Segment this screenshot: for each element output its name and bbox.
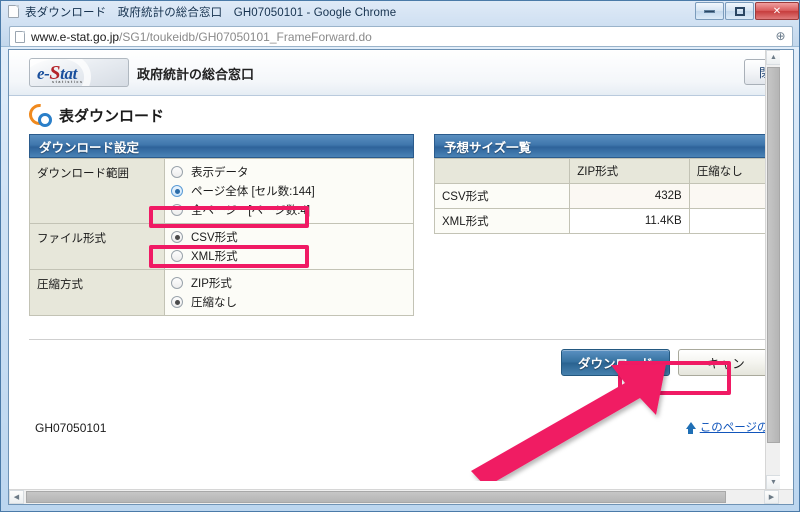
maximize-button[interactable] [725,2,754,20]
table-row: CSV形式 432B 1 [433,183,780,209]
row-options-fileformat: CSV形式 XML形式 [164,223,414,270]
option-label: ページ全体 [セル数:144] [191,185,315,198]
radio-option-display-data[interactable]: 表示データ [171,162,407,181]
panels-container: ダウンロード設定 ダウンロード範囲 表示データ ページ全体 [セル数:144] … [9,134,780,435]
estat-logo: e-Stat statistics [29,58,129,87]
table-header-row: ZIP形式 圧縮なし [433,158,780,184]
option-label: 圧縮なし [191,296,237,309]
row-options-range: 表示データ ページ全体 [セル数:144] 全ページ [ページ数:4] [164,158,414,224]
radio-icon[interactable] [171,276,183,289]
action-button-row: ダウンロード キャン [9,349,780,376]
radio-icon[interactable] [171,184,183,197]
option-label: CSV形式 [191,231,238,244]
page-title: 表ダウンロード [59,107,165,125]
download-settings-panel: ダウンロード設定 ダウンロード範囲 表示データ ページ全体 [セル数:144] … [29,134,414,316]
radio-icon[interactable] [171,230,183,243]
maximize-icon [734,6,745,16]
radio-option-zip[interactable]: ZIP形式 [171,273,407,292]
minimize-button[interactable] [695,2,724,20]
page-document-icon [15,30,25,43]
radio-icon[interactable] [171,165,183,178]
table-row: XML形式 11.4KB 38 [433,208,780,234]
close-window-button[interactable]: ✕ [755,2,799,20]
browser-viewport: e-Stat statistics 政府統計の総合窓口 閉じ 表ダウンロード ダ… [8,49,794,505]
radio-icon[interactable] [171,295,183,308]
logo-subtitle: statistics [52,80,84,84]
vertical-scroll-thumb[interactable] [767,67,780,443]
page-favicon-icon [8,5,19,18]
minimize-icon [704,9,715,13]
radio-icon[interactable] [171,249,183,262]
option-label: 表示データ [191,166,249,179]
url-path: /SG1/toukeidb/GH07050101_FrameForward.do [119,29,372,44]
url-text: www.e-stat.go.jp/SG1/toukeidb/GH07050101… [31,30,372,44]
address-bar[interactable]: www.e-stat.go.jp/SG1/toukeidb/GH07050101… [9,26,793,47]
radio-option-whole-page[interactable]: ページ全体 [セル数:144] [171,181,407,200]
table-row: 圧縮方式 ZIP形式 圧縮なし [29,269,414,316]
scroll-left-button[interactable]: ◀ [9,490,24,504]
radio-option-xml[interactable]: XML形式 [171,246,407,265]
section-divider [29,339,780,340]
estimated-size-table: ZIP形式 圧縮なし CSV形式 432B 1 XML形式 11.4KB [433,158,780,234]
radio-icon[interactable] [171,203,183,216]
row-options-compression: ZIP形式 圧縮なし [164,269,414,316]
page-vertical-scrollbar[interactable]: ▲ ▼ [765,50,780,490]
radio-option-nocompression[interactable]: 圧縮なし [171,292,407,311]
size-xml-zip: 11.4KB [569,208,690,234]
row-label-compression: 圧縮方式 [29,269,165,316]
page-horizontal-scrollbar[interactable]: ◀ ▶ [9,489,793,504]
download-settings-table: ダウンロード範囲 表示データ ページ全体 [セル数:144] 全ページ [ページ… [29,158,414,316]
option-label: XML形式 [191,250,238,263]
cancel-button[interactable]: キャン [678,349,774,376]
scroll-down-button[interactable]: ▼ [766,475,780,490]
page-id-label: GH07050101 [35,421,107,435]
window-title: 表ダウンロード 政府統計の総合窓口 GH07050101 - Google Ch… [25,6,397,19]
download-settings-title: ダウンロード設定 [29,134,414,158]
arrow-up-icon [685,421,696,434]
scroll-up-button[interactable]: ▲ [766,50,780,65]
radio-option-csv[interactable]: CSV形式 [171,227,407,246]
size-row-label-xml: XML形式 [433,208,571,234]
estimated-size-panel: 予想サイズ一覧 ZIP形式 圧縮なし CSV形式 432B 1 [433,134,780,234]
estimated-size-title: 予想サイズ一覧 [434,134,780,158]
site-header: e-Stat statistics 政府統計の総合窓口 閉じ [9,50,780,96]
web-page: e-Stat statistics 政府統計の総合窓口 閉じ 表ダウンロード ダ… [9,50,780,490]
download-spiral-icon [29,104,52,127]
horizontal-scroll-thumb[interactable] [26,491,726,503]
page-heading: 表ダウンロード [9,96,780,134]
option-label: 全ページ [ページ数:4] [191,204,311,217]
size-csv-zip: 432B [569,183,690,209]
table-row: ファイル形式 CSV形式 XML形式 [29,223,414,270]
row-label-fileformat: ファイル形式 [29,223,165,270]
window-controls: ✕ [695,2,799,20]
scroll-right-button[interactable]: ▶ [764,490,779,504]
title-bar: 表ダウンロード 政府統計の総合窓口 GH07050101 - Google Ch… [1,1,799,22]
size-header-zip: ZIP形式 [569,158,690,184]
zoom-icon[interactable]: ⊕ [774,30,787,43]
site-title: 政府統計の総合窓口 [137,67,255,82]
radio-option-all-pages[interactable]: 全ページ [ページ数:4] [171,200,407,219]
url-domain: www.e-stat.go.jp [31,29,120,44]
size-row-label-csv: CSV形式 [433,183,571,209]
table-row: ダウンロード範囲 表示データ ページ全体 [セル数:144] 全ページ [ページ… [29,158,414,224]
chrome-window: 表ダウンロード 政府統計の総合窓口 GH07050101 - Google Ch… [0,0,800,512]
row-label-range: ダウンロード範囲 [29,158,165,224]
size-header-blank [433,158,571,184]
download-button[interactable]: ダウンロード [560,349,670,376]
option-label: ZIP形式 [191,277,232,290]
